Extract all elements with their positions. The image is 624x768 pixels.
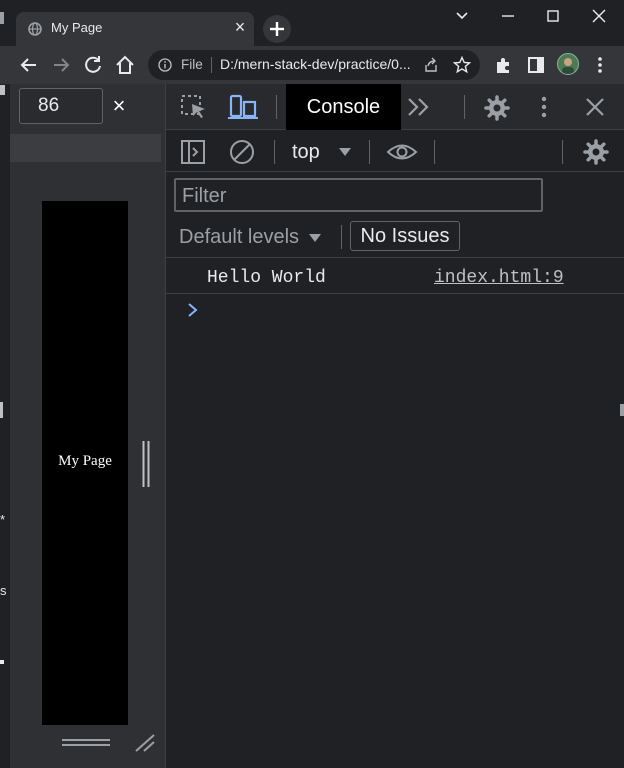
toolbar-divider: [562, 140, 563, 164]
tab-strip: My Page ×: [0, 0, 624, 46]
maximize-icon: [547, 10, 559, 22]
inspect-element-icon[interactable]: [180, 94, 208, 120]
edge-mark: [0, 402, 3, 418]
chevron-down-icon: [456, 12, 468, 20]
console-message-text: Hello World: [207, 268, 326, 288]
kebab-menu-icon[interactable]: [594, 55, 606, 75]
console-prompt-chevron-icon[interactable]: [186, 300, 200, 320]
plus-icon: [270, 22, 284, 36]
side-panel-icon[interactable]: [526, 55, 546, 75]
more-tabs-chevron-icon[interactable]: [406, 96, 432, 118]
sidebar-toggle-icon[interactable]: [180, 139, 206, 165]
home-icon: [116, 55, 134, 74]
device-toolbar-icon[interactable]: [228, 94, 258, 120]
address-bar[interactable]: File D:/mern-stack-dev/practice/0...: [148, 50, 480, 80]
arrow-left-icon: [20, 58, 36, 72]
console-input[interactable]: [204, 298, 604, 322]
globe-icon: [28, 22, 42, 36]
corner-resize-handle[interactable]: [134, 734, 156, 752]
toolbar-divider: [434, 140, 435, 164]
toolbar-divider: [464, 95, 465, 119]
context-selector[interactable]: top: [292, 141, 320, 164]
toolbar-divider: [276, 95, 277, 119]
toolbar-divider: [369, 140, 370, 164]
minimize-button[interactable]: [496, 4, 520, 28]
devtools-panel: Console top Filter Default levels No Iss…: [165, 84, 624, 768]
log-levels-dropdown[interactable]: Default levels: [179, 226, 299, 249]
forward-button[interactable]: [48, 52, 74, 78]
eye-icon[interactable]: [386, 141, 418, 163]
clear-console-icon[interactable]: [229, 139, 255, 165]
console-message-row: Hello World index.html:9: [166, 260, 624, 294]
toolbar-divider: [274, 140, 275, 164]
left-edge-fragment: [0, 12, 4, 24]
device-ruler-bar: [10, 134, 161, 162]
zoom-input[interactable]: 86: [19, 88, 103, 124]
height-resize-handle[interactable]: [62, 737, 110, 747]
tab-close-button[interactable]: ×: [230, 17, 250, 37]
reload-button[interactable]: [80, 52, 106, 78]
extensions-puzzle-icon[interactable]: [494, 55, 514, 75]
filter-input[interactable]: [182, 184, 532, 208]
home-button[interactable]: [112, 52, 138, 78]
console-message-source-link[interactable]: index.html:9: [434, 268, 564, 288]
browser-toolbar: File D:/mern-stack-dev/practice/0...: [0, 46, 624, 84]
edge-fragment-text: *: [0, 512, 6, 527]
tab-console[interactable]: Console: [286, 84, 401, 130]
close-icon[interactable]: [584, 96, 606, 118]
maximize-button[interactable]: [541, 4, 565, 28]
right-edge-mark: [620, 404, 624, 416]
back-button[interactable]: [16, 52, 42, 78]
dropdown-triangle-icon[interactable]: [338, 147, 352, 157]
edge-dot: [0, 660, 4, 664]
share-icon[interactable]: [422, 56, 440, 74]
scheme-label: File: [181, 57, 203, 72]
url-text[interactable]: D:/mern-stack-dev/practice/0...: [220, 56, 411, 72]
edge-fragment-text: s: [0, 583, 7, 598]
profile-avatar[interactable]: [557, 53, 579, 75]
toolbar-divider: [341, 225, 342, 249]
devtools-tab-bar: Console: [166, 84, 624, 130]
width-resize-handle[interactable]: [140, 441, 152, 487]
gear-icon[interactable]: [483, 94, 511, 122]
edge-mark: [0, 85, 5, 95]
levels-row: Default levels No Issues: [166, 216, 624, 258]
editor-edge-strip: [0, 84, 10, 768]
tab-title: My Page: [51, 20, 103, 35]
omnibox-divider: [211, 57, 212, 73]
filter-field[interactable]: [174, 178, 543, 212]
issues-button[interactable]: No Issues: [350, 221, 460, 251]
tab-my-page[interactable]: My Page ×: [16, 12, 254, 46]
arrow-right-icon: [54, 58, 70, 72]
minimize-icon: [502, 15, 514, 17]
page-text: My Page: [58, 453, 112, 469]
window-close-button[interactable]: [587, 4, 611, 28]
page-viewport: My Page: [42, 201, 128, 725]
console-toolbar: top: [166, 130, 624, 172]
reload-icon: [85, 56, 101, 73]
new-tab-button[interactable]: [263, 15, 291, 43]
info-icon[interactable]: [158, 58, 172, 72]
star-icon[interactable]: [453, 56, 471, 74]
dropdown-triangle-icon[interactable]: [308, 233, 322, 243]
kebab-menu-icon[interactable]: [538, 95, 550, 119]
tab-search-button[interactable]: [450, 4, 474, 28]
close-device-toolbar-button[interactable]: ×: [108, 94, 130, 118]
close-icon: [592, 9, 606, 23]
console-settings-gear-icon[interactable]: [582, 138, 610, 166]
